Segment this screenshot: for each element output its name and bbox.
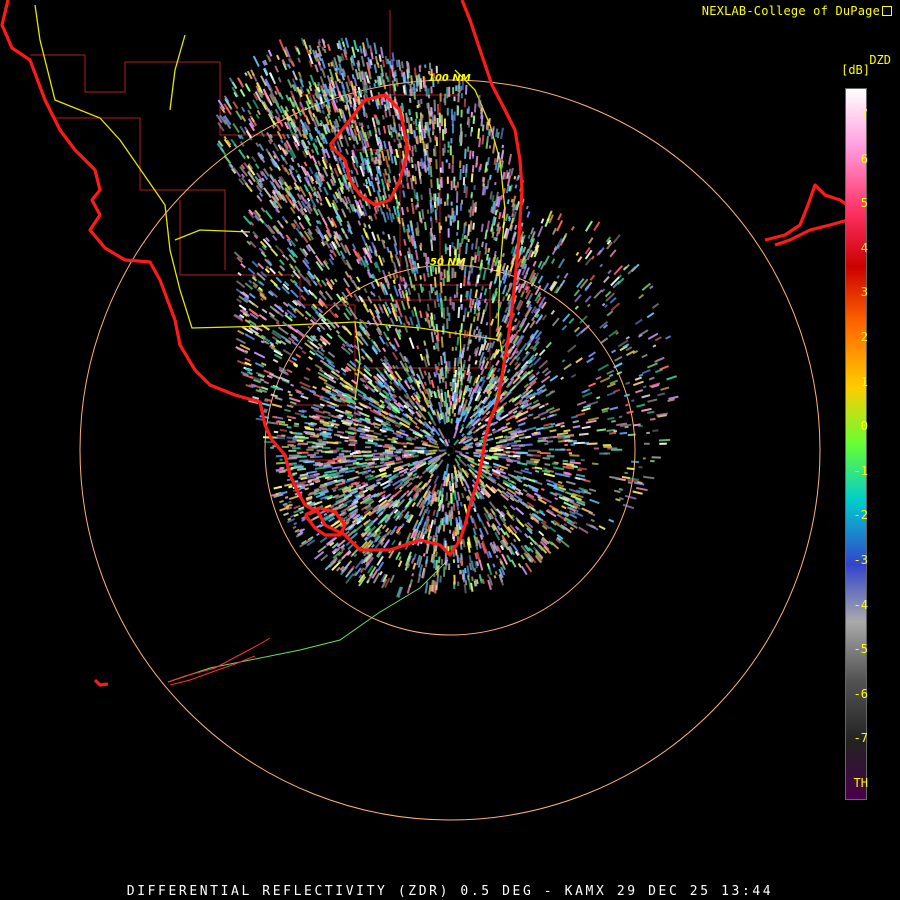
- legend-tick: -1: [853, 463, 868, 478]
- legend-product: DZD: [869, 53, 891, 67]
- external-link-icon: [882, 6, 892, 16]
- credit-text: NEXLAB-College of DuPage: [701, 4, 880, 18]
- legend-tick: 7: [860, 107, 868, 121]
- legend-tick: 5: [860, 196, 868, 211]
- legend-tick: 2: [860, 330, 868, 344]
- radar-site-kamx: [445, 445, 455, 455]
- legend-tick: -4: [853, 597, 868, 612]
- legend-tick: -3: [853, 553, 868, 567]
- legend-tick: -5: [853, 642, 868, 657]
- legend-tick: -2: [853, 508, 868, 523]
- legend-tick: -7: [853, 731, 868, 746]
- overseas-highway: [167, 559, 449, 683]
- legend-tick: 6: [860, 151, 868, 166]
- radar-map: [0, 0, 857, 821]
- legend-tick: -6: [853, 686, 868, 701]
- credit-link[interactable]: NEXLAB-College of DuPage: [702, 4, 892, 18]
- range-ring-label-100: 100 NM: [428, 73, 471, 84]
- highways: [34, 4, 506, 419]
- legend-unit: [dB]: [841, 63, 870, 77]
- legend-tick: TH: [853, 776, 868, 790]
- legend-tick: 1: [860, 374, 868, 389]
- radar-display: NEXLAB-College of DuPage 50 NM 100 NM DZ…: [0, 0, 900, 900]
- legend-tick: 3: [860, 285, 868, 300]
- product-title: DIFFERENTIAL REFLECTIVITY (ZDR) 0.5 DEG …: [126, 884, 774, 899]
- range-ring-label-50: 50 NM: [430, 257, 466, 268]
- florida-keys: [167, 637, 271, 686]
- legend-tick: 4: [860, 240, 868, 255]
- legend-tick: 0: [860, 419, 868, 434]
- radar-echoes: [215, 37, 679, 599]
